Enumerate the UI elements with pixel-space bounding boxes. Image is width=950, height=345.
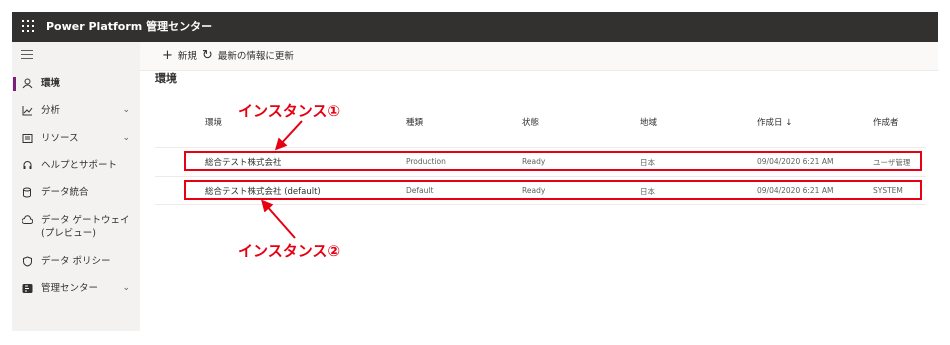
resources-icon (21, 132, 33, 144)
sidebar-item-data-gateway[interactable]: データ ゲートウェイ (プレビュー) (12, 214, 140, 240)
sidebar-item-environments[interactable]: 環境 (12, 77, 140, 91)
sidebar-item-label: データ統合 (41, 187, 89, 198)
active-indicator (13, 77, 16, 91)
sidebar-item-resources[interactable]: リソース ⌄ (12, 132, 140, 145)
sidebar-item-help-support[interactable]: ヘルプとサポート (12, 159, 140, 172)
help-support-icon (21, 159, 33, 171)
column-header-region[interactable]: 地域 (640, 116, 657, 128)
top-bar: Power Platform 管理センター (12, 12, 938, 42)
app-launcher-icon[interactable] (22, 20, 36, 34)
sidebar-item-label: データ ポリシー (41, 256, 111, 267)
column-header-created[interactable]: 作成日 ↓ (757, 116, 792, 128)
chevron-down-icon[interactable]: ⌄ (122, 105, 130, 115)
data-integration-icon (21, 186, 33, 198)
sidebar-item-label: ヘルプとサポート (41, 160, 118, 171)
column-header-created-by[interactable]: 作成者 (873, 116, 899, 128)
instance-2-callout: インスタンス② (238, 242, 341, 260)
column-header-environment[interactable]: 環境 (205, 116, 222, 128)
refresh-button[interactable]: ↻ 最新の情報に更新 (202, 42, 294, 71)
admin-center-icon (21, 282, 33, 294)
chevron-down-icon[interactable]: ⌄ (122, 283, 130, 293)
sidebar-item-label: データ ゲートウェイ (プレビュー) (41, 215, 130, 239)
instance-2-highlight (184, 180, 922, 200)
sidebar-item-data-policies[interactable]: データ ポリシー (12, 255, 140, 268)
refresh-icon: ↻ (202, 48, 213, 63)
column-header-state[interactable]: 状態 (522, 116, 539, 128)
instance-1-highlight (184, 151, 922, 171)
environment-icon (21, 77, 33, 89)
instance-1-callout: インスタンス① (238, 102, 341, 120)
shield-icon (21, 255, 33, 267)
table-divider (155, 204, 926, 205)
table-divider (155, 176, 926, 177)
hamburger-menu-icon[interactable] (21, 50, 33, 59)
sidebar-item-data-integration[interactable]: データ統合 (12, 186, 140, 199)
refresh-label: 最新の情報に更新 (217, 51, 294, 62)
app-title[interactable]: Power Platform 管理センター (46, 12, 212, 42)
analytics-icon (21, 104, 33, 116)
sidebar-item-admin-centers[interactable]: 管理センター ⌄ (12, 282, 140, 295)
chevron-down-icon[interactable]: ⌄ (122, 133, 130, 143)
sidebar-item-analytics[interactable]: 分析 ⌄ (12, 104, 140, 117)
page-title: 環境 (155, 72, 177, 85)
new-label: 新規 (177, 51, 197, 62)
gateway-icon (21, 214, 33, 226)
command-bar: + 新規 ↻ 最新の情報に更新 (140, 42, 938, 71)
sidebar-item-label: 環境 (41, 78, 61, 89)
column-header-type[interactable]: 種類 (406, 116, 423, 128)
sidebar: 環境 分析 ⌄ リソース ⌄ ヘルプとサポート データ統合 データ ゲートウェイ… (12, 42, 140, 331)
table-divider (155, 147, 926, 148)
plus-icon: + (162, 48, 173, 63)
app-window: Power Platform 管理センター 環境 分析 ⌄ リソース ⌄ ヘルプ… (12, 12, 938, 331)
new-button[interactable]: + 新規 (162, 42, 197, 71)
